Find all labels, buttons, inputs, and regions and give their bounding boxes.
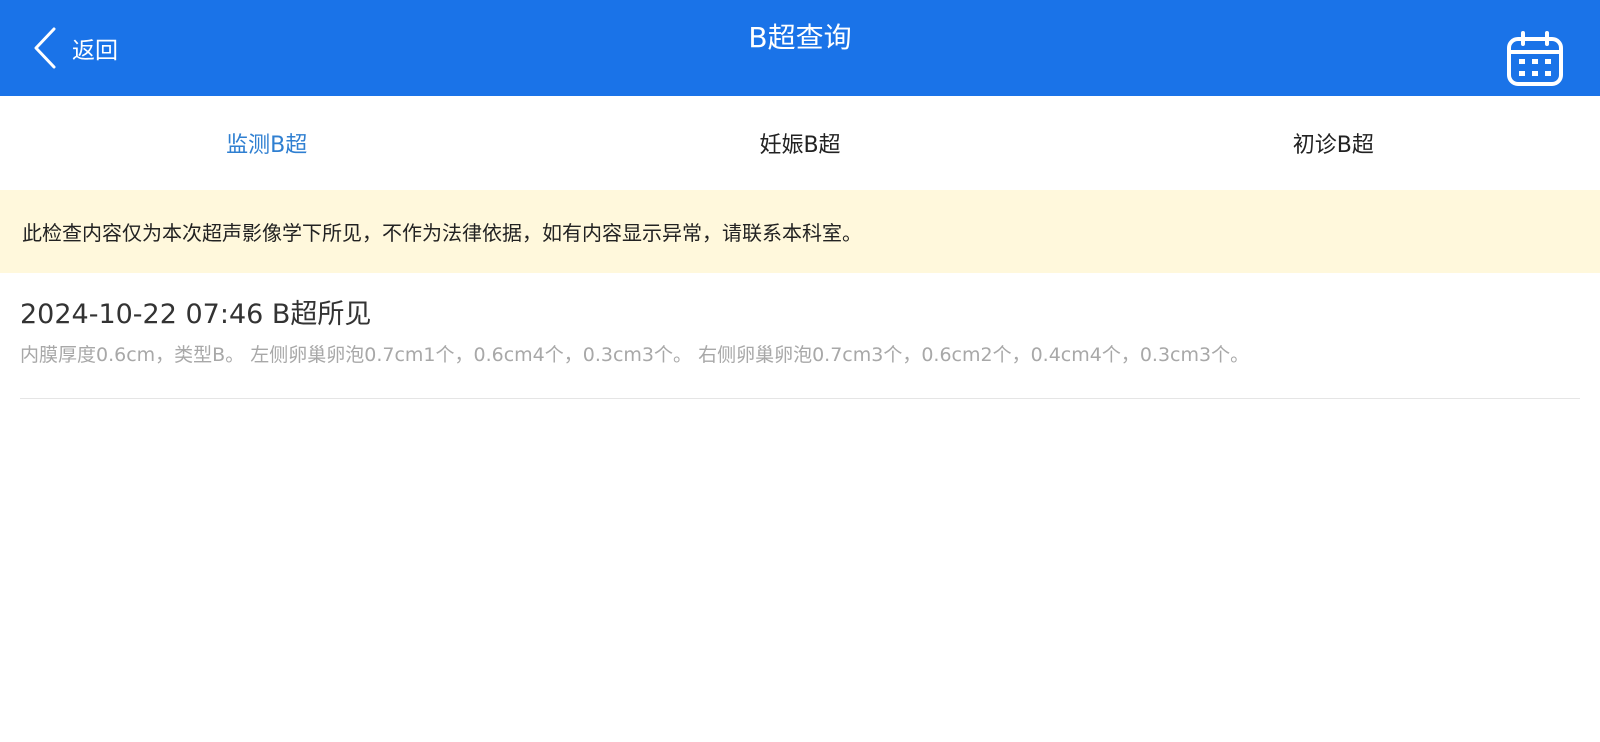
- record-description: 内膜厚度0.6cm，类型B。 左侧卵巢卵泡0.7cm1个，0.6cm4个，0.3…: [20, 344, 1250, 366]
- list-item[interactable]: 2024-10-22 07:46 B超所见 内膜厚度0.6cm，类型B。 左侧卵…: [20, 295, 1580, 399]
- back-label: 返回: [72, 38, 118, 64]
- tab-monitoring-ultrasound[interactable]: 监测B超: [0, 96, 533, 190]
- app-header: 返回 B超查询: [0, 0, 1600, 96]
- record-title: 2024-10-22 07:46 B超所见: [20, 299, 372, 330]
- page: 返回 B超查询 监测B超 妊娠B超 初诊B超 此检查内容仅为本次超声影像学下所见…: [0, 0, 1600, 742]
- back-button[interactable]: 返回: [30, 24, 118, 72]
- tab-bar: 监测B超 妊娠B超 初诊B超: [0, 96, 1600, 190]
- tab-pregnancy-ultrasound[interactable]: 妊娠B超: [533, 96, 1066, 190]
- page-title: B超查询: [748, 21, 852, 54]
- calendar-icon: [1507, 31, 1563, 86]
- disclaimer-notice: 此检查内容仅为本次超声影像学下所见，不作为法律依据，如有内容显示异常，请联系本科…: [0, 190, 1600, 273]
- calendar-button[interactable]: [1506, 31, 1564, 87]
- tab-initial-ultrasound[interactable]: 初诊B超: [1067, 96, 1600, 190]
- chevron-left-icon: [34, 27, 56, 69]
